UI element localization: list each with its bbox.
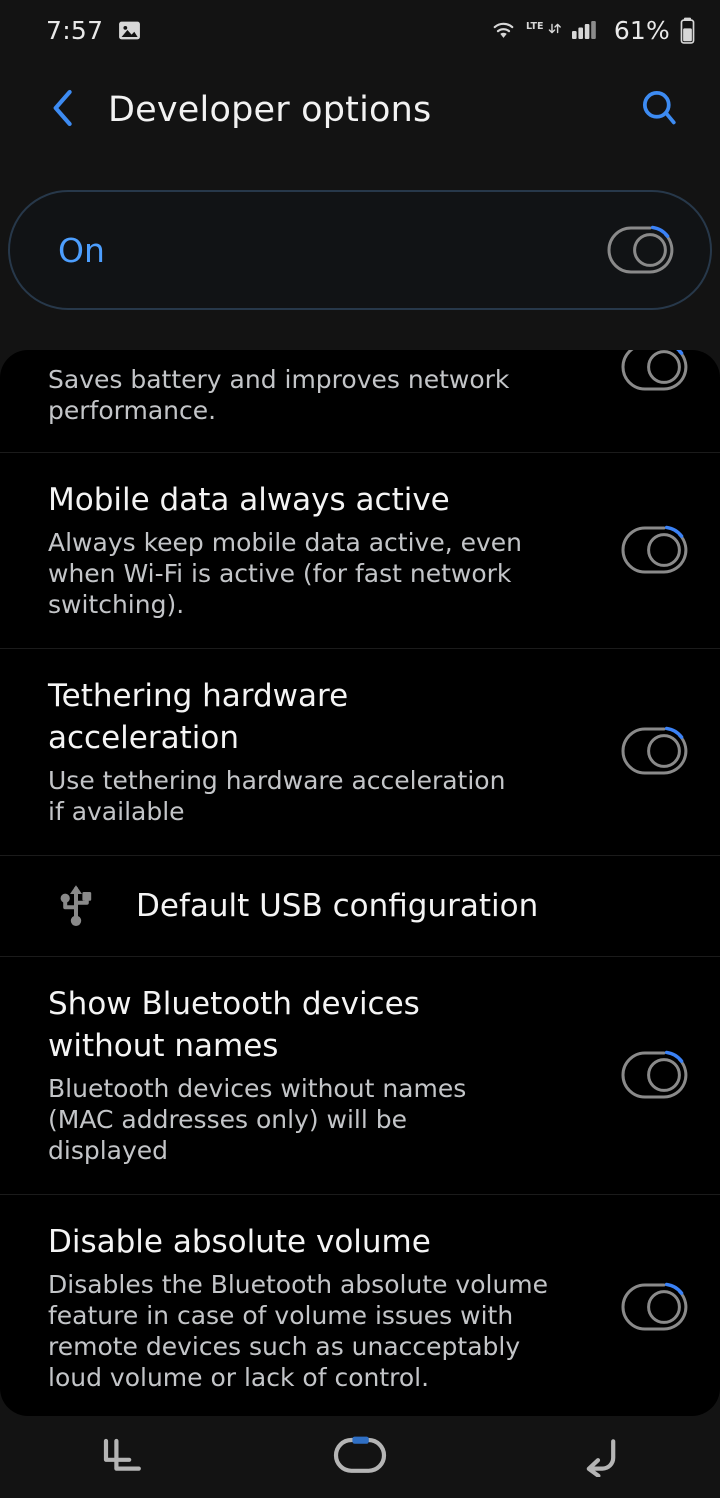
master-switch-toggle[interactable] (604, 223, 676, 277)
list-item-title: Disable absolute volume (48, 1224, 431, 1260)
recents-button[interactable] (0, 1416, 240, 1498)
app-bar: Developer options (0, 62, 720, 158)
battery-icon (679, 17, 696, 44)
recents-icon (94, 1433, 146, 1481)
developer-options-master-card[interactable]: On (8, 190, 712, 310)
home-button[interactable] (240, 1416, 480, 1498)
image-icon (117, 18, 142, 43)
battery-percent-label: 61% (613, 15, 670, 45)
list-item-switch-wrap (618, 350, 690, 394)
list-item-default-usb-configuration[interactable]: Default USB configuration (0, 856, 720, 956)
list-item-title: Tethering hardware acceleration (48, 678, 349, 756)
lte-icon: LTE (526, 19, 562, 41)
list-item-texts: Disable absolute volume Disables the Blu… (48, 1221, 618, 1393)
list-item-switch-wrap (618, 724, 690, 778)
status-bar-right: LTE 61% (490, 16, 696, 45)
list-item-texts: Tethering hardware acceleration Use teth… (48, 675, 618, 827)
toggle-switch-network-saver[interactable] (618, 350, 690, 394)
back-button[interactable] (40, 87, 86, 133)
search-button[interactable] (634, 85, 684, 135)
list-item-mobile-data-always-active[interactable]: Mobile data always active Always keep mo… (0, 453, 720, 648)
master-switch-label: On (58, 230, 105, 270)
list-item-texts: Mobile data always active Always keep mo… (48, 479, 618, 620)
status-bar-left: 7:57 (46, 16, 142, 45)
list-item-disable-absolute-volume[interactable]: Disable absolute volume Disables the Blu… (0, 1195, 720, 1416)
back-chevron-icon (46, 88, 80, 132)
list-item-tethering-hardware-acceleration[interactable]: Tethering hardware acceleration Use teth… (0, 649, 720, 855)
settings-list: Saves battery and improves network perfo… (0, 350, 720, 1416)
toggle-switch-disable-absolute-volume[interactable] (618, 1280, 690, 1334)
phone-screen: 7:57 LTE 61% Developer options On Saves … (0, 0, 720, 1498)
list-item-description: Bluetooth devices without names (MAC add… (48, 1074, 467, 1165)
list-item-title: Default USB configuration (136, 888, 539, 924)
home-icon (330, 1433, 390, 1481)
wifi-icon (490, 19, 517, 41)
search-icon (637, 86, 681, 134)
list-item-texts: Saves battery and improves network perfo… (48, 354, 618, 426)
list-item-switch-wrap (618, 523, 690, 577)
toggle-switch-tethering-hardware-acceleration[interactable] (618, 724, 690, 778)
list-item-texts: Show Bluetooth devices without names Blu… (48, 983, 618, 1166)
list-item-description: Use tethering hardware acceleration if a… (48, 766, 506, 826)
list-item-network-saver[interactable]: Saves battery and improves network perfo… (0, 350, 720, 452)
toggle-switch-show-bluetooth-devices-without-names[interactable] (618, 1048, 690, 1102)
back-button-nav[interactable] (480, 1416, 720, 1498)
list-item-switch-wrap (618, 1048, 690, 1102)
navigation-bar (0, 1416, 720, 1498)
status-bar-clock: 7:57 (46, 15, 104, 45)
toggle-switch-mobile-data-always-active[interactable] (618, 523, 690, 577)
status-bar: 7:57 LTE 61% (0, 0, 720, 60)
back-icon (574, 1433, 626, 1481)
list-item-title: Mobile data always active (48, 482, 450, 518)
list-item-description: Always keep mobile data active, even whe… (48, 528, 523, 619)
page-title: Developer options (108, 90, 432, 130)
usb-icon (48, 882, 104, 930)
list-item-description: Disables the Bluetooth absolute volume f… (48, 1270, 549, 1392)
signal-icon (571, 19, 601, 41)
list-item-title: Show Bluetooth devices without names (48, 986, 420, 1064)
list-item-switch-wrap (618, 1280, 690, 1334)
svg-text:LTE: LTE (526, 21, 543, 32)
list-item-description: Saves battery and improves network perfo… (48, 365, 510, 425)
list-item-show-bluetooth-devices-without-names[interactable]: Show Bluetooth devices without names Blu… (0, 957, 720, 1194)
